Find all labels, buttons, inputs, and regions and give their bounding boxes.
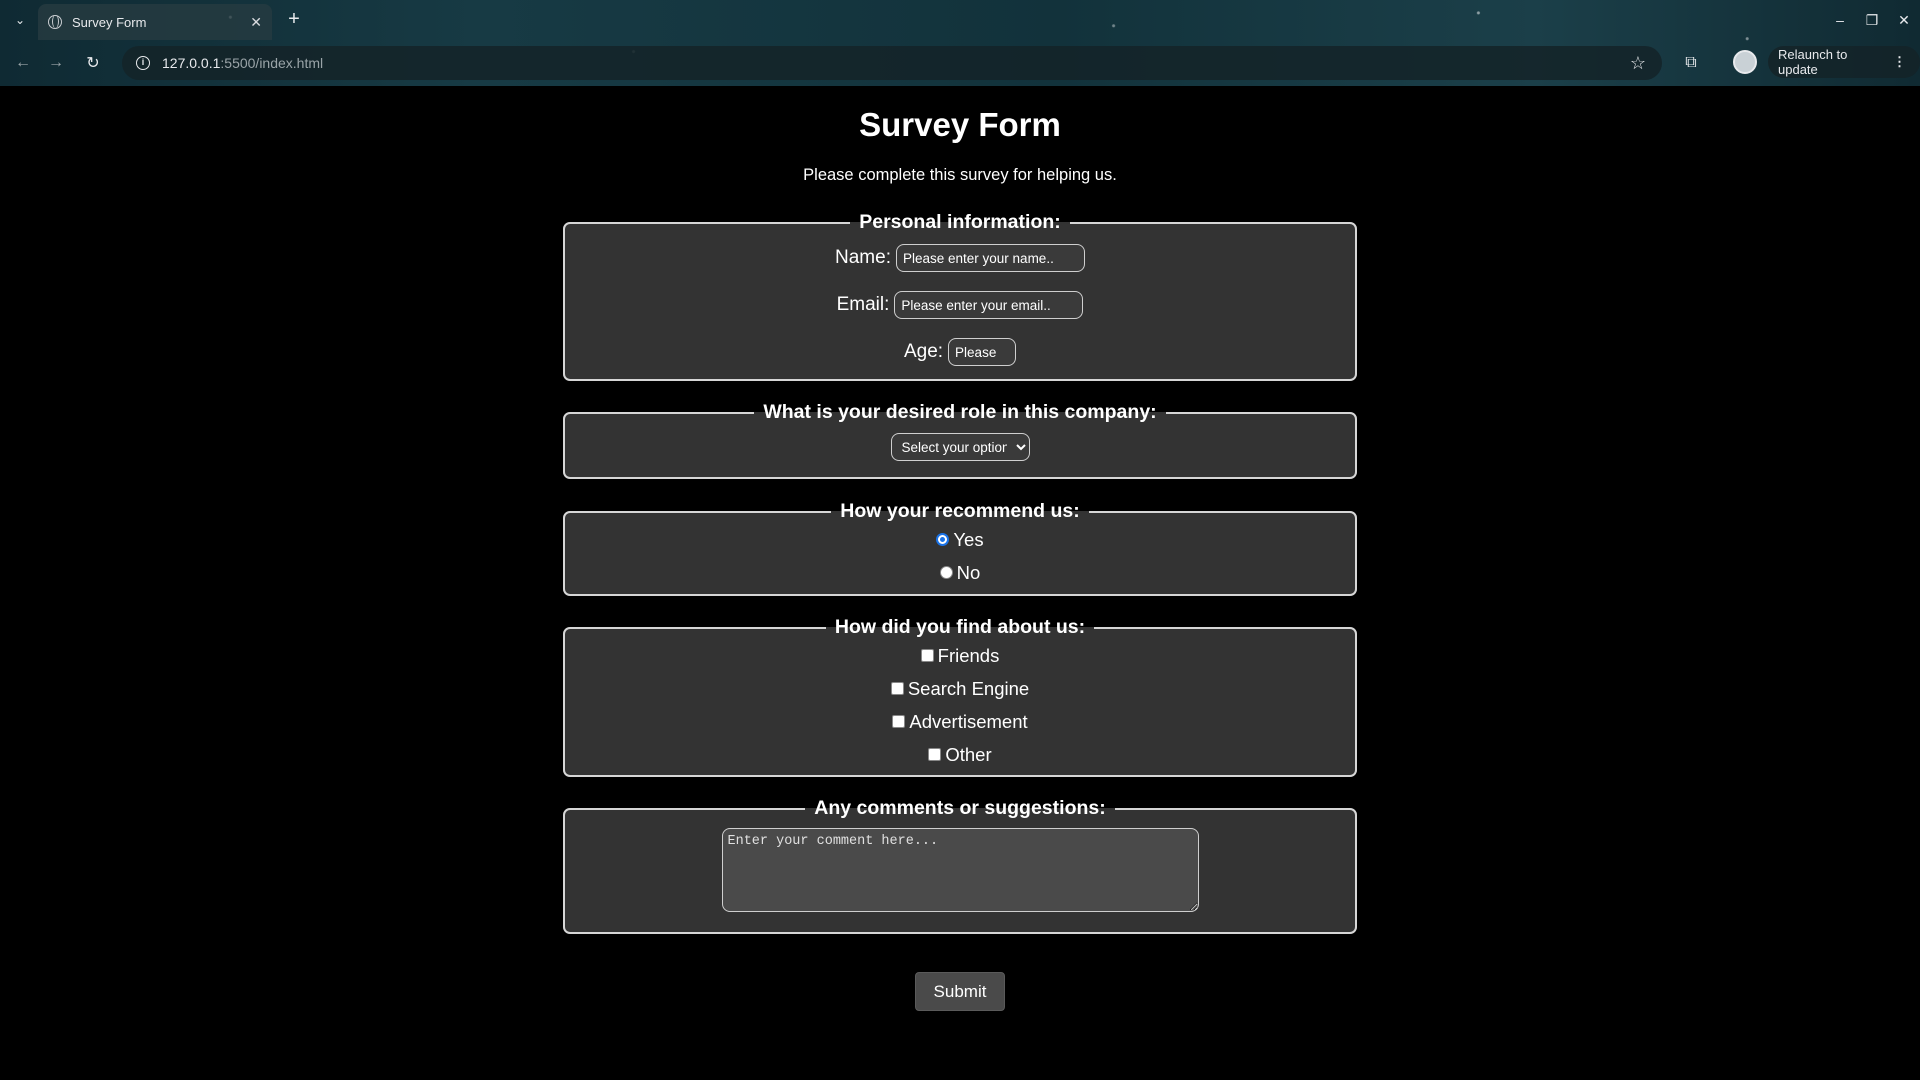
advertisement-checkbox[interactable] [892,715,906,728]
personal-info-legend: Personal information: [859,211,1061,233]
comments-row [565,828,1355,912]
find-option-advertisement[interactable]: Advertisement [565,705,1355,738]
reload-icon[interactable]: ↻ [80,50,106,76]
page-title: Survey Form [859,106,1061,143]
friends-label: Friends [937,644,1000,666]
tab-close-icon[interactable]: ✕ [250,14,262,31]
search-engine-label: Search Engine [907,677,1030,699]
browser-tab[interactable]: Survey Form ✕ [38,4,272,40]
age-input[interactable] [948,338,1017,366]
address-bar[interactable]: i 127.0.0.1:5500/index.html ☆ [122,46,1662,80]
find-option-search-engine[interactable]: Search Engine [565,672,1355,705]
role-row: Select your option [565,433,1355,461]
friends-checkbox[interactable] [920,649,934,662]
tab-strip: ⌄ Survey Form ✕ + – ❐ ✕ [0,0,1920,40]
url-host: 127.0.0.1 [162,55,221,71]
name-input[interactable] [895,244,1085,272]
find-option-friends[interactable]: Friends [565,639,1355,672]
page-content: Survey Form Please complete this survey … [0,86,1920,1080]
back-arrow-icon[interactable]: ← [10,50,36,76]
find-fieldset: How did you find about us: Friends Searc… [563,616,1357,777]
relaunch-to-update-button[interactable]: Relaunch to update ⋮ [1768,46,1920,78]
yes-radio[interactable] [936,533,950,546]
find-option-other[interactable]: Other [565,738,1355,771]
tab-title: Survey Form [72,14,147,30]
find-legend: How did you find about us: [834,616,1086,638]
submit-button[interactable]: Submit [915,972,1005,1011]
extensions-puzzle-icon[interactable]: ⧉ [1678,50,1704,76]
forward-arrow-icon[interactable]: → [43,50,69,76]
more-menu-icon[interactable]: ⋮ [1893,54,1906,70]
browser-toolbar: ← → ↻ i 127.0.0.1:5500/index.html ☆ ⧉ [0,42,1920,84]
role-select[interactable]: Select your option [890,433,1030,461]
page-description: Please complete this survey for helping … [803,166,1117,184]
age-row: Age: [565,338,1355,366]
search-engine-checkbox[interactable] [890,682,904,695]
name-label: Name: [835,247,891,268]
relaunch-label: Relaunch to update [1778,47,1848,77]
recommend-fieldset: How your recommend us: Yes No [563,500,1357,596]
personal-info-fieldset: Personal information: Name: Email: Age: [563,211,1357,381]
site-info-icon[interactable]: i [136,56,150,70]
name-row: Name: [565,244,1355,272]
email-row: Email: [565,291,1355,319]
no-label: No [956,561,981,583]
url-path: :5500/index.html [220,55,324,71]
age-label: Age: [903,341,944,362]
new-tab-button[interactable]: + [282,8,306,32]
globe-icon [48,15,62,29]
restore-button[interactable]: ❐ [1856,0,1888,40]
comments-textarea[interactable] [721,828,1199,912]
email-label: Email: [836,294,890,315]
tab-search-chevron-icon[interactable]: ⌄ [8,8,32,32]
no-radio[interactable] [939,566,953,579]
recommend-option-no[interactable]: No [565,556,1355,589]
role-fieldset: What is your desired role in this compan… [563,401,1357,479]
browser-chrome: ⌄ Survey Form ✕ + – ❐ ✕ ← → ↻ i 127.0.0.… [0,0,1920,86]
other-label: Other [945,743,992,765]
recommend-option-yes[interactable]: Yes [565,523,1355,556]
role-legend: What is your desired role in this compan… [763,401,1157,423]
advertisement-label: Advertisement [909,710,1028,732]
close-window-button[interactable]: ✕ [1888,0,1920,40]
comments-legend: Any comments or suggestions: [814,797,1106,819]
other-checkbox[interactable] [928,748,942,761]
yes-label: Yes [953,528,984,550]
profile-avatar[interactable] [1733,50,1757,74]
minimize-button[interactable]: – [1824,0,1856,40]
comments-fieldset: Any comments or suggestions: [563,797,1357,934]
window-controls: – ❐ ✕ [1824,0,1920,40]
bookmark-star-icon[interactable]: ☆ [1630,53,1646,74]
email-input[interactable] [894,291,1084,319]
recommend-legend: How your recommend us: [840,500,1080,522]
